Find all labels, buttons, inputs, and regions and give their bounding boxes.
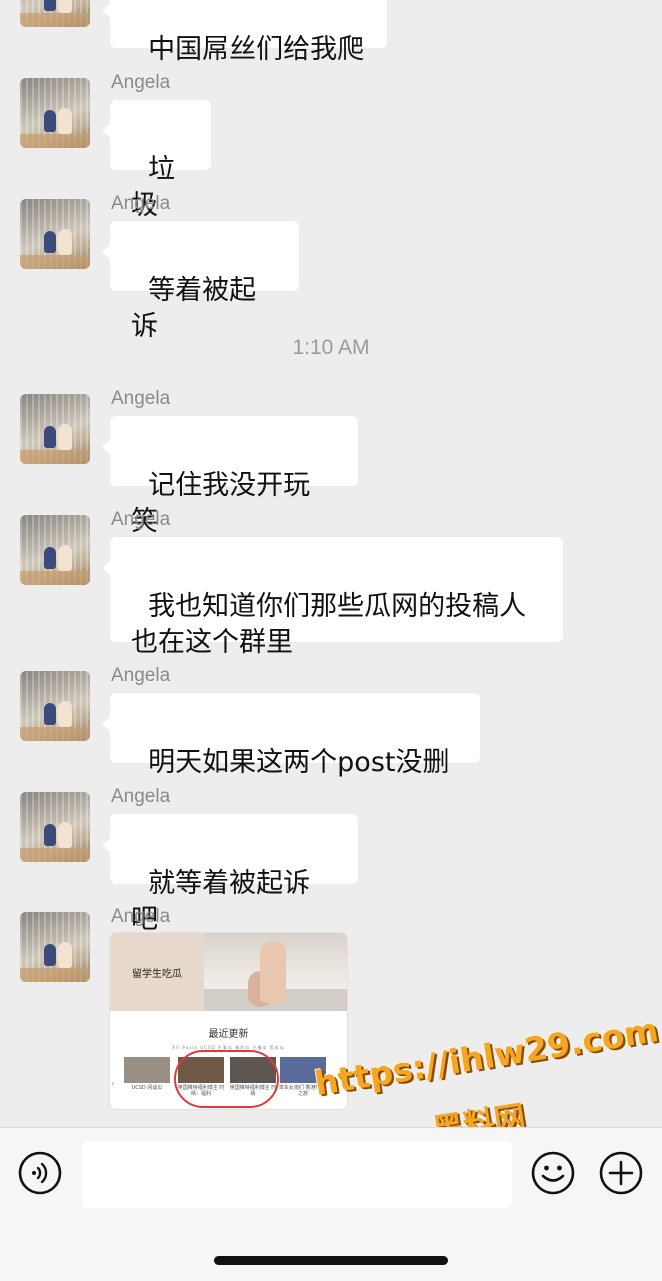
message-bubble[interactable]: 就等着被起诉吧 (102, 814, 358, 935)
message-text: 我也知道你们那些瓜网的投稿人 也在这个群里 (131, 591, 527, 658)
avatar[interactable] (20, 912, 90, 982)
emoji-button[interactable] (531, 1151, 575, 1195)
section-title: 最近更新 (208, 1029, 249, 1040)
sender-name: Angela (111, 786, 171, 807)
message-bubble[interactable]: 垃圾 (102, 100, 211, 221)
sender-name: Angela (111, 665, 171, 686)
banner-title: 留学生吃瓜 (132, 969, 182, 980)
emoji-icon (531, 1151, 575, 1195)
message-bubble[interactable]: 中国屌丝们给我爬 (102, 0, 387, 65)
banner-photo-figure (260, 941, 286, 1003)
sender-name: Angela (111, 509, 171, 530)
message-bubble[interactable]: 记住我没开玩笑 (102, 416, 358, 537)
avatar[interactable] (20, 792, 90, 862)
message-bubble[interactable]: 等着被起诉 (102, 221, 299, 342)
post-caption: UCSD 闲谈瓜 (131, 1085, 163, 1091)
watermark-url: https://ihlw29.com (311, 1010, 662, 1103)
avatar[interactable] (20, 515, 90, 585)
chevron-left-icon: ‹ (111, 1079, 115, 1088)
plus-icon (599, 1151, 643, 1195)
avatar[interactable] (20, 199, 90, 269)
timestamp: 1:10 AM (292, 336, 370, 359)
avatar[interactable] (20, 671, 90, 741)
avatar[interactable] (20, 394, 90, 464)
voice-icon (18, 1151, 62, 1195)
sender-name: Angela (111, 388, 171, 409)
avatar[interactable] (20, 78, 90, 148)
message-input[interactable] (82, 1141, 512, 1208)
message-bubble[interactable]: 我也知道你们那些瓜网的投稿人 也在这个群里 (102, 537, 563, 658)
message-text: 中国屌丝们给我爬 (148, 34, 365, 65)
sender-name: Angela (111, 906, 171, 927)
highlight-circle (174, 1050, 279, 1108)
message-text: 等着被起诉 (131, 275, 257, 342)
message-bubble[interactable]: 明天如果这两个post没删 (102, 693, 480, 778)
message-text: 明天如果这两个post没删 (148, 747, 450, 778)
more-button[interactable] (599, 1151, 643, 1195)
sender-name: Angela (111, 193, 171, 214)
home-indicator[interactable] (214, 1256, 448, 1265)
post-thumbnail (124, 1057, 170, 1083)
image-message[interactable]: 留学生吃瓜 最近更新 All Posts UCSD 生事瓜 福利瓜 主播瓜 黑料… (110, 933, 347, 1109)
sender-name: Angela (111, 72, 171, 93)
avatar[interactable] (20, 0, 90, 27)
voice-button[interactable] (18, 1151, 62, 1195)
